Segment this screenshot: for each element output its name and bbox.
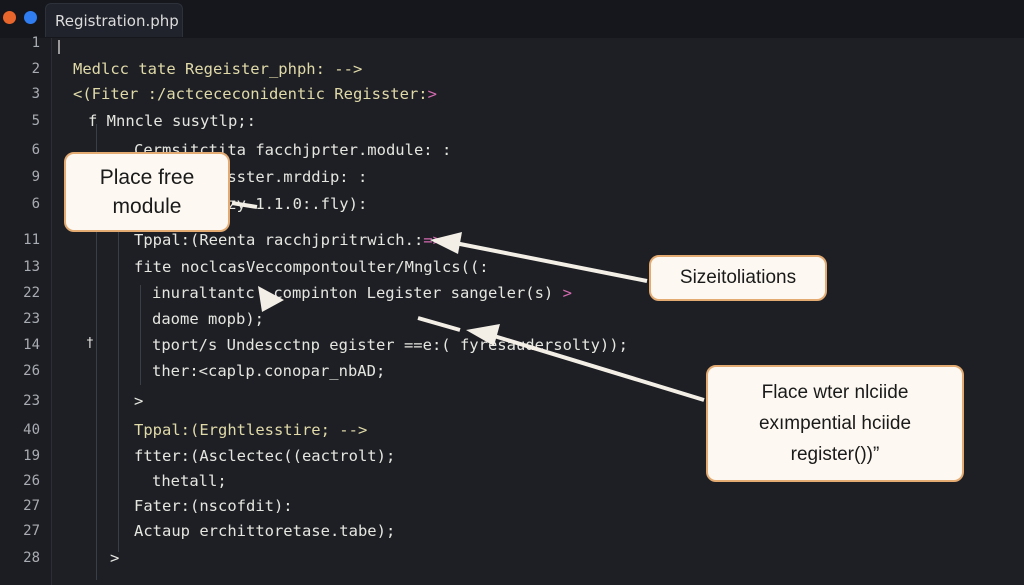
line-number: 23: [23, 311, 40, 327]
code-line[interactable]: fite noclcasVeccompontoulter/Mnglcs((:: [134, 258, 489, 276]
code-line[interactable]: tport/s Undescctnp egister ==e:( fyresau…: [152, 336, 628, 354]
code-text: f Mnncle susytlp;:: [88, 112, 256, 130]
line-number: 6: [31, 142, 40, 158]
line-number-gutter: 1 2 3 5 6 9 6 11 13 22 23 14 26 23 40 19 26 27 27 28: [0, 35, 52, 585]
callout-place-free-module: Place free module: [64, 152, 230, 232]
line-number: 26: [23, 363, 40, 379]
code-line[interactable]: <(Fiter :/actcececonidentic Regisster:>: [73, 85, 437, 103]
code-text: Fater:(nscofdit):: [134, 497, 293, 515]
callout-sizeitoliations: Sizeitoliations: [649, 255, 827, 301]
line-number: 5: [31, 113, 40, 129]
line-number: 26: [23, 473, 40, 489]
code-line[interactable]: Medlcc tate Regeister_phph: -->: [73, 60, 362, 78]
line-number: 13: [23, 259, 40, 275]
line-number: 22: [23, 285, 40, 301]
code-operator: =>: [423, 231, 442, 249]
code-line[interactable]: daome mopb);: [152, 310, 264, 328]
code-text: daome mopb);: [152, 310, 264, 328]
callout-place-wter: Flace wter nlciide exımpential hciide re…: [706, 365, 964, 482]
code-text: inuraltantc compinton Legister sangeler(…: [152, 284, 554, 302]
close-window-button[interactable]: [3, 11, 16, 24]
code-line[interactable]: ther:<caplp.conopar_nbAD;: [152, 362, 385, 380]
code-line[interactable]: f Mnncle susytlp;:: [88, 112, 256, 130]
code-text: Tppal:(Erghtlesstire; -->: [134, 421, 368, 439]
line-number: 19: [23, 448, 40, 464]
line-number: 9: [31, 169, 40, 185]
code-operator: >: [427, 85, 437, 103]
code-text: tport/s Undescctnp egister ==e:( fyresau…: [152, 336, 628, 354]
title-bar: Registration.php: [0, 0, 1024, 38]
fold-marker[interactable]: †: [86, 336, 94, 351]
code-text: >: [134, 392, 144, 410]
code-text: <(Fiter :/actcececonidentic Regisster:: [73, 85, 428, 103]
code-editor[interactable]: 1 2 3 5 6 9 6 11 13 22 23 14 26 23 40 19 26 27 27 28 Medlcc…: [0, 35, 1024, 585]
code-line[interactable]: Fater:(nscofdit):: [134, 497, 293, 515]
line-number: 23: [23, 393, 40, 409]
code-line[interactable]: inuraltantc compinton Legister sangeler(…: [152, 284, 572, 302]
line-number: 40: [23, 422, 40, 438]
code-line[interactable]: Tppal:(Reenta racchjpritrwich.:=>: [134, 231, 442, 249]
code-line[interactable]: Tppal:(Erghtlesstire; -->: [134, 421, 367, 439]
indent-guide: [140, 285, 141, 385]
line-number: 1: [31, 35, 40, 51]
code-text: fite noclcasVeccompontoulter/Mnglcs((:: [134, 258, 489, 276]
tab-registration-php[interactable]: Registration.php: [45, 3, 183, 37]
gutter-divider: [51, 38, 52, 585]
maximize-window-button[interactable]: [24, 11, 37, 24]
line-number: 2: [31, 61, 40, 77]
line-number: 14: [23, 337, 40, 353]
line-number: 27: [23, 498, 40, 514]
line-number: 27: [23, 523, 40, 539]
code-text: >: [110, 549, 120, 567]
line-number: 3: [31, 86, 40, 102]
indent-guide: [118, 176, 119, 552]
code-text: Medlcc tate Regeister_phph: -->: [73, 60, 363, 78]
line-number: 6: [31, 196, 40, 212]
code-text: ftter:(Asclectec((eactrolt);: [134, 447, 396, 465]
code-text: Actaup erchittoretase.tabe);: [134, 522, 396, 540]
code-text: thetall;: [152, 472, 227, 490]
code-line[interactable]: >: [110, 549, 119, 567]
line-number: 28: [23, 550, 40, 566]
code-line[interactable]: thetall;: [152, 472, 227, 490]
code-line[interactable]: >: [134, 392, 143, 410]
code-operator: >: [553, 284, 572, 302]
text-cursor: [58, 40, 60, 54]
line-number: 11: [23, 232, 40, 248]
code-line[interactable]: Actaup erchittoretase.tabe);: [134, 522, 395, 540]
code-text: ther:<caplp.conopar_nbAD;: [152, 362, 386, 380]
code-text: Tppal:(Reenta racchjpritrwich.:: [134, 231, 424, 249]
code-line[interactable]: ftter:(Asclectec((eactrolt);: [134, 447, 395, 465]
